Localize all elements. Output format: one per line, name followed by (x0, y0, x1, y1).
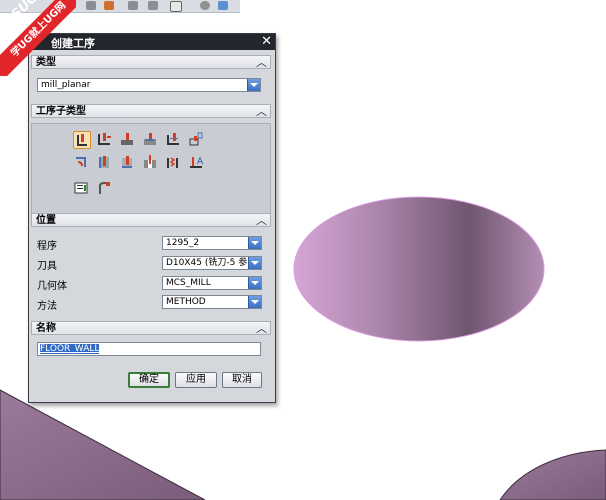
floor-ellipse-face (293, 196, 545, 342)
face-milling-icon[interactable] (119, 131, 137, 149)
watermark-badge: 学UG就上UG网 9SUG (0, 0, 76, 76)
name-section-title: 名称 (36, 323, 56, 334)
view-layout-icon[interactable] (170, 1, 182, 12)
ok-button[interactable]: 确定 (128, 372, 170, 388)
geometry-label: 几何体 (37, 281, 67, 292)
tool-dropdown[interactable]: D10X45 (铣刀-5 参 (162, 256, 262, 270)
mill-control-icon[interactable] (73, 180, 91, 198)
move-icon[interactable] (104, 1, 114, 10)
fit-view-icon[interactable] (148, 1, 158, 10)
shaded-icon[interactable] (200, 1, 210, 10)
hole-milling-icon[interactable] (142, 154, 160, 172)
type-dropdown[interactable]: mill_planar (37, 78, 261, 92)
location-section-header[interactable]: 位置 ︿ (31, 213, 271, 227)
name-section-header[interactable]: 名称 ︿ (31, 321, 271, 335)
chevron-up-icon[interactable]: ︿ (256, 56, 267, 70)
program-value: 1295_2 (166, 238, 200, 248)
chevron-down-icon[interactable] (247, 79, 260, 91)
planar-mill-icon[interactable] (165, 131, 183, 149)
geometry-value: MCS_MILL (166, 278, 211, 288)
rotate-icon[interactable] (128, 1, 138, 10)
planar-profile-icon[interactable] (188, 131, 206, 149)
type-value: mill_planar (41, 80, 91, 90)
bottom-right-face (499, 449, 606, 500)
name-input[interactable]: FLOOR_WALL (37, 342, 261, 356)
tool-label: 刀具 (37, 261, 57, 272)
cleanup-corners-icon[interactable] (73, 154, 91, 172)
create-operation-dialog: 创建工序 ✕ 类型 ︿ mill_planar 工序子类型 ︿ A 位置 ︿ 程… (28, 33, 276, 403)
close-icon[interactable]: ✕ (261, 34, 272, 50)
chevron-down-icon[interactable] (248, 296, 261, 308)
program-dropdown[interactable]: 1295_2 (162, 236, 262, 250)
program-label: 程序 (37, 241, 57, 252)
finish-walls-icon[interactable] (96, 154, 114, 172)
geometry-dropdown[interactable]: MCS_MILL (162, 276, 262, 290)
name-value: FLOOR_WALL (40, 344, 100, 354)
method-label: 方法 (37, 301, 57, 312)
thread-milling-icon[interactable] (165, 154, 183, 172)
subtype-section-title: 工序子类型 (36, 106, 86, 117)
tool-value: D10X45 (铣刀-5 参 (166, 258, 248, 268)
chevron-up-icon[interactable]: ︿ (256, 105, 267, 119)
chevron-down-icon[interactable] (248, 237, 261, 249)
chevron-down-icon[interactable] (248, 277, 261, 289)
method-value: METHOD (166, 297, 206, 307)
location-section-title: 位置 (36, 215, 56, 226)
subtype-section-header[interactable]: 工序子类型 ︿ (31, 104, 271, 118)
bottom-left-face (0, 389, 206, 500)
floor-wall-ipw-icon[interactable] (96, 131, 114, 149)
chevron-up-icon[interactable]: ︿ (256, 322, 267, 336)
cube-icon[interactable] (218, 1, 228, 10)
mill-user-icon[interactable] (96, 180, 114, 198)
face-milling-area-icon[interactable] (142, 131, 160, 149)
operation-subtype-grid: A (31, 123, 271, 221)
floor-wall-icon[interactable] (73, 131, 91, 149)
finish-floor-icon[interactable] (119, 154, 137, 172)
method-dropdown[interactable]: METHOD (162, 295, 262, 309)
chevron-down-icon[interactable] (248, 257, 261, 269)
snap-point-icon[interactable] (86, 1, 96, 10)
planar-text-icon[interactable]: A (188, 154, 206, 172)
cancel-button[interactable]: 取消 (222, 372, 262, 388)
apply-button[interactable]: 应用 (175, 372, 217, 388)
chevron-up-icon[interactable]: ︿ (256, 214, 267, 228)
svg-text:A: A (197, 157, 204, 167)
